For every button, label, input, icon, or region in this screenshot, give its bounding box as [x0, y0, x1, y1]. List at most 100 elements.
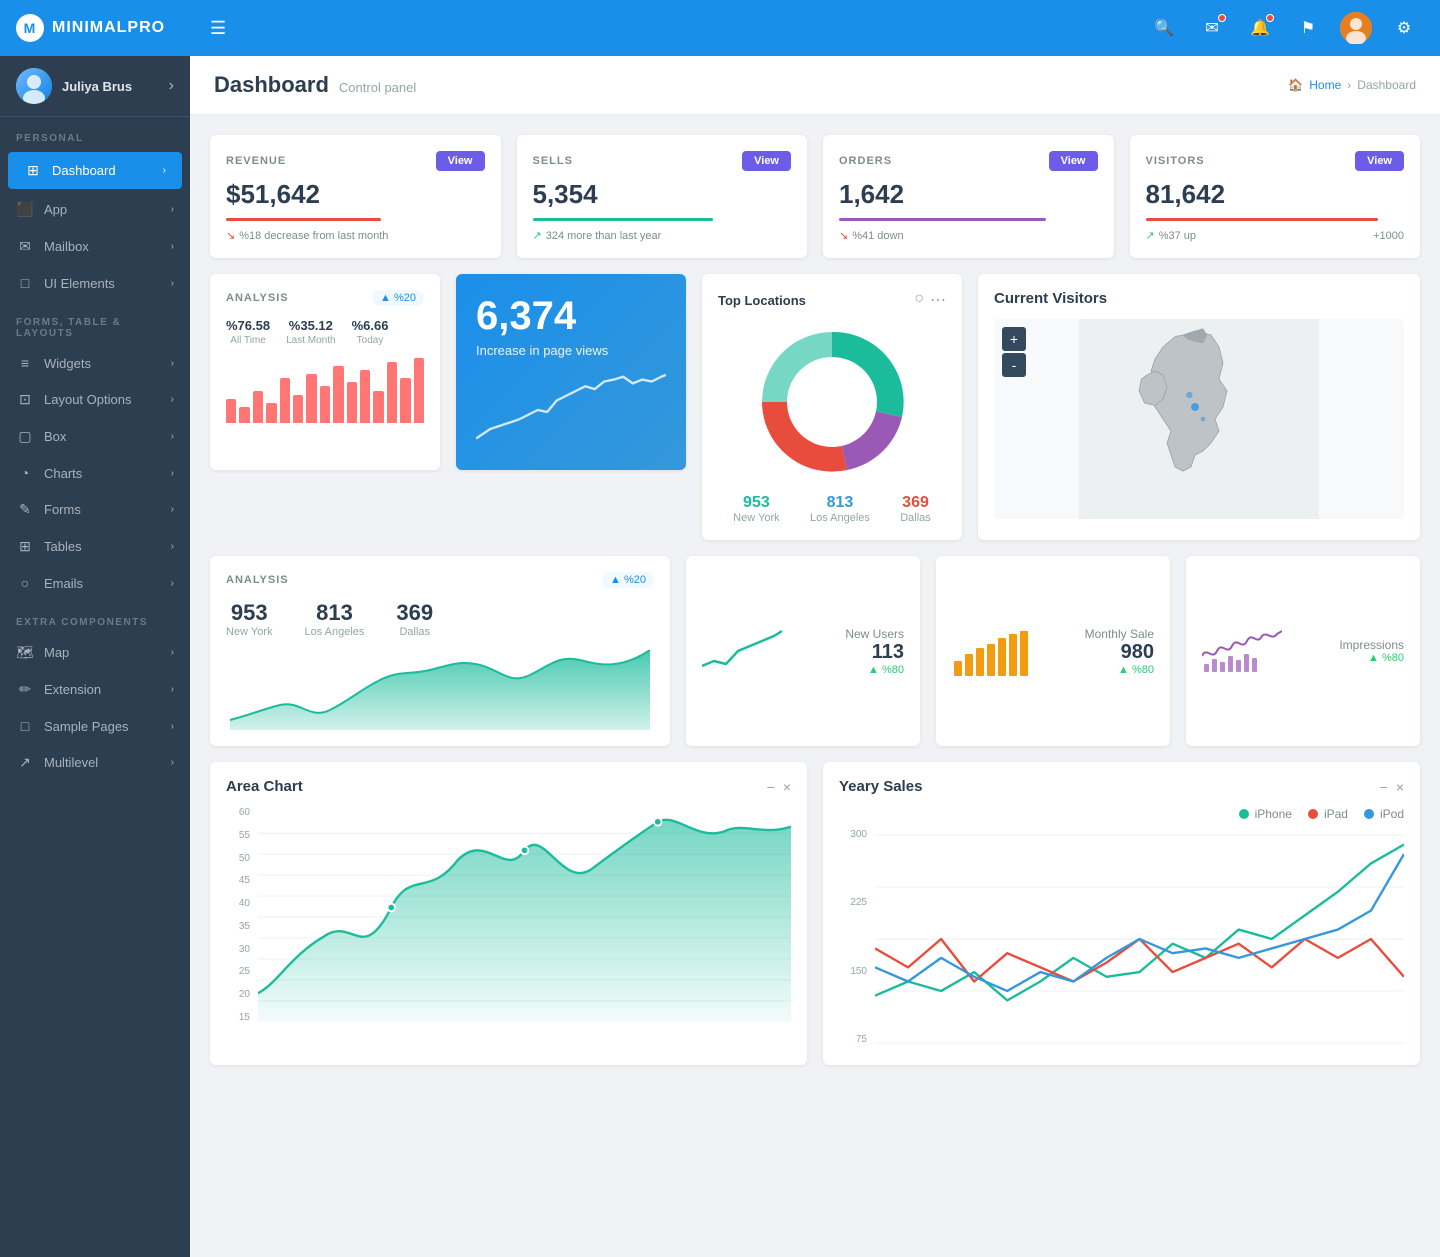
- user-arrow: ›: [169, 77, 174, 95]
- stat-visitors-bar: [1146, 218, 1379, 221]
- analysis-alltime-val: %76.58: [226, 318, 270, 333]
- sidebar-user[interactable]: Juliya Brus ›: [0, 56, 190, 117]
- sidebar-item-widgets[interactable]: ≡ Widgets ›: [0, 345, 190, 381]
- sidebar-forms-icon: ✎: [16, 501, 34, 518]
- yearly-sales-minimize-button[interactable]: −: [1380, 779, 1388, 795]
- sidebar-layout-options-icon: ⊡: [16, 391, 34, 408]
- locations-title: Top Locations: [718, 293, 806, 308]
- sidebar-extra-items: 🗺 Map › ✏ Extension › □ Sample Pages › ↗…: [0, 634, 190, 781]
- sidebar-extension-icon: ✏: [16, 681, 34, 698]
- sidebar-box-label: Box: [44, 429, 161, 444]
- search-icon[interactable]: 🔍: [1148, 12, 1180, 44]
- extra-section-label: EXTRA COMPONENTS: [0, 601, 190, 634]
- stat-revenue-view-button[interactable]: View: [436, 151, 485, 171]
- analysis-alltime-lbl: All Time: [226, 335, 270, 346]
- yearly-sales-container: 30022515075: [839, 829, 1404, 1049]
- sidebar-item-mailbox[interactable]: ✉ Mailbox ›: [0, 228, 190, 265]
- sidebar-item-map[interactable]: 🗺 Map ›: [0, 634, 190, 671]
- sidebar-item-tables[interactable]: ⊞ Tables ›: [0, 528, 190, 565]
- stat-visitors-plus: +1000: [1373, 230, 1404, 242]
- new-users-info: New Users 113 ▲ %80: [798, 627, 904, 676]
- area-chart-controls: − ×: [767, 779, 791, 795]
- area-chart-close-button[interactable]: ×: [783, 779, 791, 795]
- stat-sells-view-button[interactable]: View: [742, 151, 791, 171]
- map-controls: + -: [1002, 327, 1026, 377]
- sidebar-item-sample-pages[interactable]: □ Sample Pages ›: [0, 708, 190, 744]
- donut-chart: [752, 322, 912, 482]
- featured-chart: [476, 370, 666, 450]
- sidebar-item-ui-elements[interactable]: □ UI Elements ›: [0, 265, 190, 301]
- stat-revenue-change: ↘ %18 decrease from last month: [226, 229, 388, 242]
- breadcrumb-home-icon: 🏠: [1288, 78, 1303, 92]
- analysis-bar-8: [333, 366, 343, 423]
- menu-toggle-icon[interactable]: ☰: [210, 18, 226, 39]
- analysis-bottom-stats: 953 New York 813 Los Angeles 369 Dallas: [226, 600, 654, 638]
- analysis-bottom-title: ANALYSIS: [226, 574, 289, 586]
- location-la-lbl: Los Angeles: [810, 512, 870, 524]
- location-ny-val: 953: [733, 494, 779, 512]
- stat-orders-change-icon: ↘: [839, 229, 848, 242]
- analysis-bar-10: [360, 370, 370, 423]
- sidebar-tables-arrow: ›: [171, 541, 174, 552]
- sidebar-tables-label: Tables: [44, 539, 161, 554]
- sidebar-ui-elements-arrow: ›: [171, 278, 174, 289]
- sidebar-dashboard-icon: ⊞: [24, 162, 42, 179]
- settings-icon[interactable]: ⚙: [1388, 12, 1420, 44]
- stat-card-sells: SELLS View 5,354 ↗ 324 more than last ye…: [517, 135, 808, 258]
- monthly-sale-label: Monthly Sale: [1048, 627, 1154, 641]
- sidebar-dashboard-label: Dashboard: [52, 163, 153, 178]
- page-title: Dashboard: [214, 72, 329, 98]
- sidebar-item-forms[interactable]: ✎ Forms ›: [0, 491, 190, 528]
- sidebar-item-box[interactable]: ▢ Box ›: [0, 418, 190, 455]
- sidebar-item-layout-options[interactable]: ⊡ Layout Options ›: [0, 381, 190, 418]
- analysis-bar-7: [320, 386, 330, 423]
- map-container: + -: [994, 319, 1404, 519]
- locations-dots-icon[interactable]: ⋯: [930, 290, 946, 310]
- sidebar-item-extension[interactable]: ✏ Extension ›: [0, 671, 190, 708]
- breadcrumb-home-link[interactable]: Home: [1309, 78, 1341, 92]
- sidebar-box-arrow: ›: [171, 431, 174, 442]
- sidebar-map-arrow: ›: [171, 647, 174, 658]
- sidebar-item-charts[interactable]: ◔ Charts ›: [0, 455, 190, 491]
- locations-card: Top Locations ○ ⋯: [702, 274, 962, 540]
- new-users-value: 113: [798, 641, 904, 664]
- stat-visitors-view-button[interactable]: View: [1355, 151, 1404, 171]
- sidebar-personal-items: ⊞ Dashboard › ⬛ App › ✉ Mailbox › □ UI E…: [0, 150, 190, 301]
- logo-icon: M: [16, 14, 44, 42]
- location-ny-lbl: New York: [733, 512, 779, 524]
- breadcrumb: 🏠 Home › Dashboard: [1288, 78, 1416, 92]
- yearly-sales-svg: [875, 829, 1404, 1049]
- header-avatar[interactable]: [1340, 12, 1372, 44]
- sidebar-item-multilevel[interactable]: ↗ Multilevel ›: [0, 744, 190, 781]
- impressions-change: ▲ %80: [1298, 652, 1404, 664]
- sidebar-mailbox-arrow: ›: [171, 241, 174, 252]
- analysis-bar-4: [280, 378, 290, 423]
- area-chart-minimize-button[interactable]: −: [767, 779, 775, 795]
- map-zoom-in-button[interactable]: +: [1002, 327, 1026, 351]
- breadcrumb-separator: ›: [1347, 78, 1351, 92]
- impressions-label: Impressions: [1298, 638, 1404, 652]
- yearly-sales-close-button[interactable]: ×: [1396, 779, 1404, 795]
- flag-icon[interactable]: ⚑: [1292, 12, 1324, 44]
- stat-orders-view-button[interactable]: View: [1049, 151, 1098, 171]
- stat-sells-label: SELLS: [533, 155, 573, 167]
- mail-icon[interactable]: ✉: [1196, 12, 1228, 44]
- sidebar-extension-label: Extension: [44, 682, 161, 697]
- stat-visitors-change-icon: ↗: [1146, 229, 1155, 242]
- stat-visitors-value: 81,642: [1146, 179, 1405, 210]
- sidebar-multilevel-arrow: ›: [171, 757, 174, 768]
- sidebar-item-emails[interactable]: ○ Emails ›: [0, 565, 190, 601]
- abs-dallas-num: 369: [396, 600, 433, 626]
- area-chart-card: Area Chart − × 60555045403530252015: [210, 762, 807, 1065]
- map-zoom-out-button[interactable]: -: [1002, 353, 1026, 377]
- sidebar-item-app[interactable]: ⬛ App ›: [0, 191, 190, 228]
- locations-circle-icon[interactable]: ○: [914, 290, 924, 310]
- brand-logo[interactable]: M MINIMALPRO: [0, 0, 190, 56]
- analysis-today-lbl: Today: [352, 335, 389, 346]
- sidebar-item-dashboard[interactable]: ⊞ Dashboard ›: [8, 152, 182, 189]
- stat-sells-value: 5,354: [533, 179, 792, 210]
- impressions-info: Impressions ▲ %80: [1298, 638, 1404, 664]
- map-svg: [994, 319, 1404, 519]
- notification-icon[interactable]: 🔔: [1244, 12, 1276, 44]
- yearly-sales-y-axis: 30022515075: [839, 829, 867, 1049]
